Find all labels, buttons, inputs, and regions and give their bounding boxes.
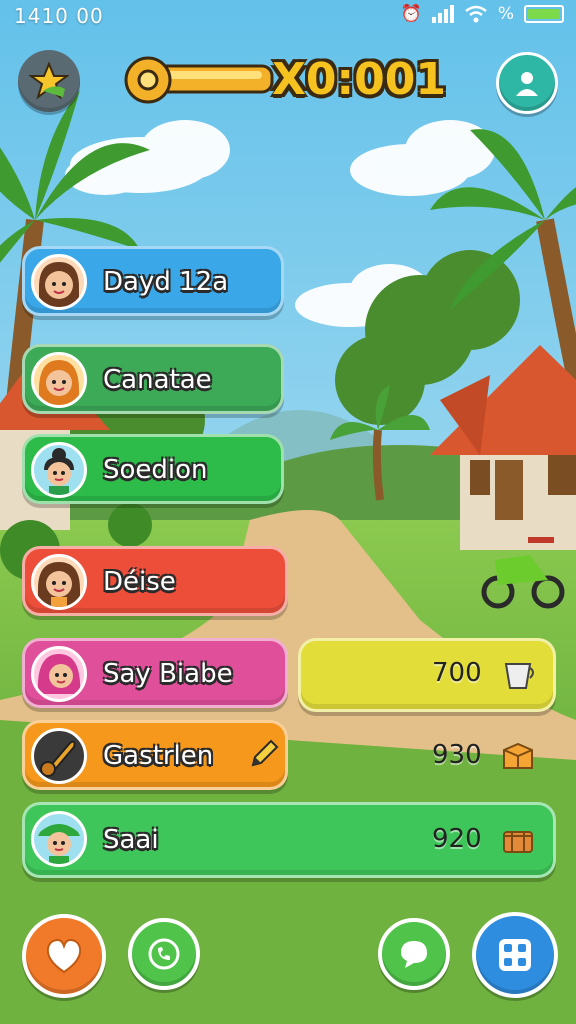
player-avatar <box>31 352 87 408</box>
pencil-icon <box>251 739 279 767</box>
header-counter-bar: X0:001 <box>122 52 446 108</box>
status-bar: 1410 00 ⏰ % <box>0 0 576 32</box>
player-row[interactable]: Canatae <box>22 344 284 414</box>
player-avatar <box>31 811 87 867</box>
cup-icon <box>504 663 534 689</box>
box-icon <box>503 742 533 769</box>
player-row[interactable]: Soedion <box>22 434 284 504</box>
player-avatar <box>31 442 87 498</box>
player-name: Soedion <box>103 455 208 485</box>
player-name: Canatae <box>103 365 212 395</box>
player-name: Gastrlen <box>103 741 214 771</box>
percent-icon: % <box>497 4 514 24</box>
chat-icon <box>401 941 427 968</box>
player-name: Dayd 12a <box>103 267 229 297</box>
player-row[interactable]: Say Biabe <box>22 638 288 708</box>
profile-icon <box>516 72 538 96</box>
player-avatar <box>31 254 87 310</box>
menu-icon <box>499 939 531 971</box>
star-button[interactable] <box>18 50 80 112</box>
phone-icon <box>148 938 180 970</box>
heart-button[interactable] <box>22 914 106 998</box>
signal-icon <box>431 5 454 23</box>
player-name: Saai <box>103 825 159 855</box>
wifi-icon <box>465 5 487 23</box>
player-row[interactable]: Déise <box>22 546 288 616</box>
battery-icon <box>524 5 564 23</box>
profile-button[interactable] <box>496 52 558 114</box>
menu-button[interactable] <box>472 912 558 998</box>
player-row[interactable]: Dayd 12a <box>22 246 284 316</box>
chat-button[interactable] <box>378 918 450 990</box>
player-name: Say Biabe <box>103 659 233 689</box>
player-score: 920 <box>432 824 482 854</box>
phone-button[interactable] <box>128 918 200 990</box>
player-row[interactable]: Gastrlen <box>22 720 288 790</box>
player-avatar <box>31 646 87 702</box>
status-icons: ⏰ % <box>401 4 564 24</box>
player-avatar <box>31 728 87 784</box>
player-score: 930 <box>432 740 482 770</box>
status-time: 1410 00 <box>14 4 104 28</box>
player-avatar <box>31 554 87 610</box>
crate-icon <box>503 831 533 853</box>
heart-icon <box>46 938 82 974</box>
player-name: Déise <box>103 567 176 597</box>
player-score: 700 <box>432 658 482 688</box>
header-counter: X0:001 <box>272 54 446 105</box>
alarm-icon: ⏰ <box>400 4 422 24</box>
star-icon <box>29 61 69 100</box>
